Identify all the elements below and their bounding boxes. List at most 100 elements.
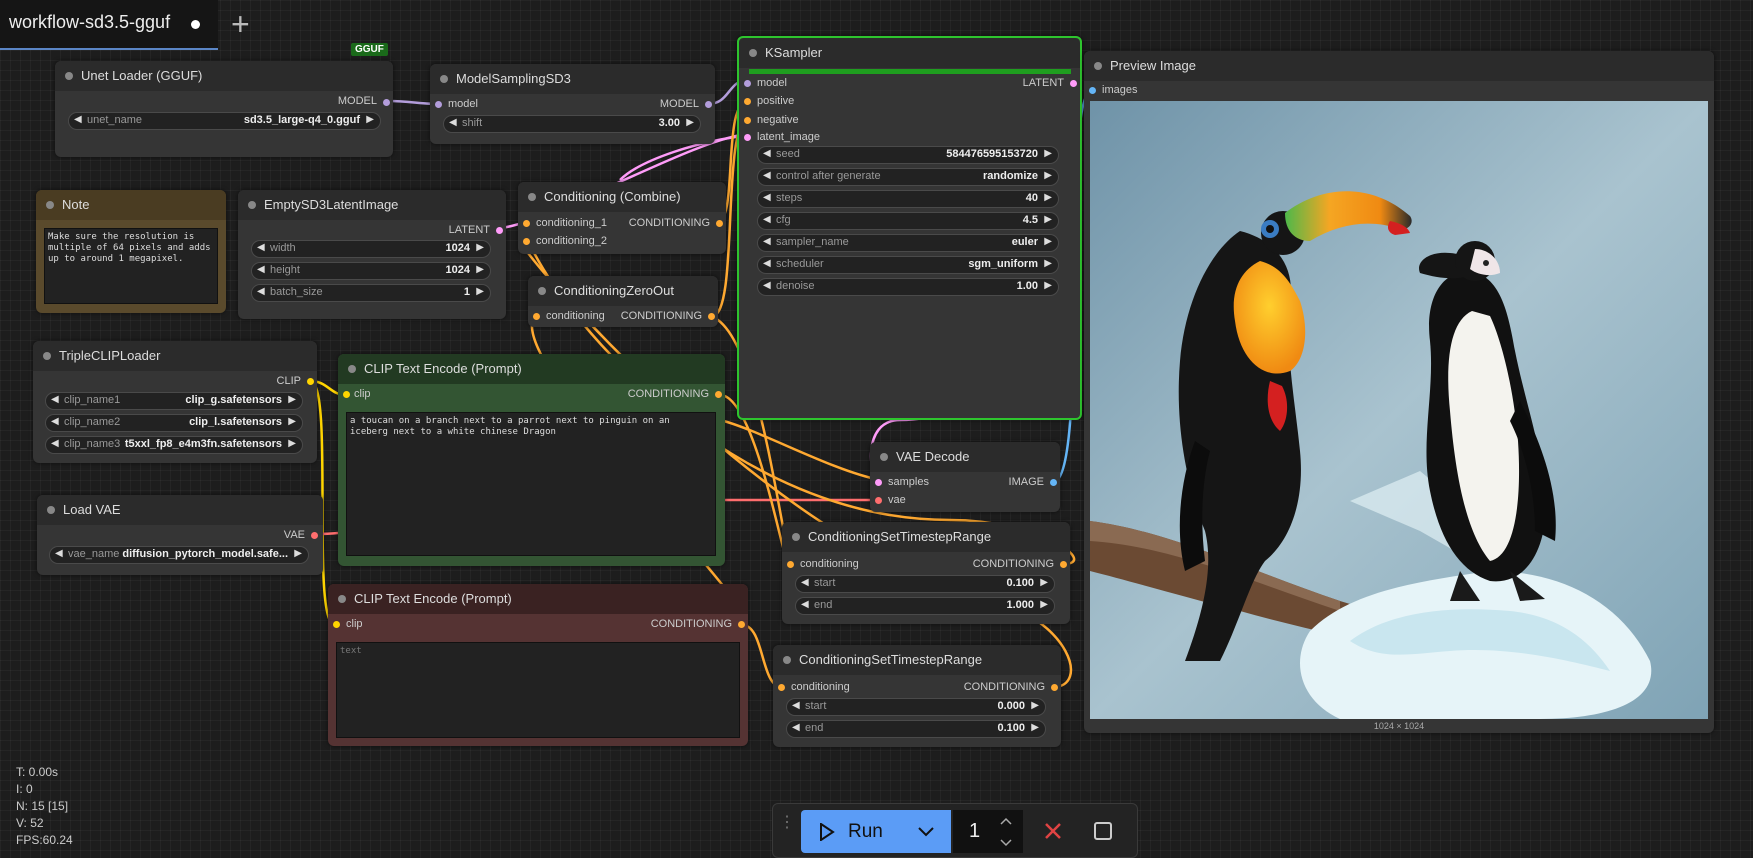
vae-name-widget[interactable]: ◀ vae_name diffusion_pytorch_model.safe...… (49, 546, 309, 564)
input-conditioning-pin[interactable] (778, 684, 785, 691)
output-latent-pin[interactable] (496, 227, 503, 234)
node-timestep-range-2[interactable]: ConditioningSetTimestepRange conditionin… (773, 645, 1061, 747)
arrow-right-icon[interactable]: ▶ (476, 242, 484, 253)
node-note[interactable]: Note Make sure the resolution is multipl… (36, 190, 226, 313)
start-widget[interactable]: ◀ start 0.000 ▶ (786, 698, 1046, 716)
arrow-right-icon[interactable]: ▶ (1031, 700, 1039, 711)
clip-name1-widget[interactable]: ◀ clip_name1 clip_g.safetensors ▶ (45, 392, 303, 410)
arrow-left-icon[interactable]: ◀ (763, 258, 771, 269)
seed-widget[interactable]: ◀ seed 584476595153720 ▶ (757, 146, 1059, 164)
input-samples-pin[interactable] (875, 479, 882, 486)
clip-name2-widget[interactable]: ◀ clip_name2 clip_l.safetensors ▶ (45, 414, 303, 432)
prompt-textarea[interactable]: a toucan on a branch next to a parrot ne… (346, 412, 716, 556)
input-model-pin[interactable] (744, 80, 751, 87)
sampler-name-widget[interactable]: ◀ sampler_name euler ▶ (757, 234, 1059, 252)
end-widget[interactable]: ◀ end 0.100 ▶ (786, 720, 1046, 738)
arrow-right-icon[interactable]: ▶ (686, 117, 694, 128)
node-unet-loader[interactable]: Unet Loader (GGUF) MODEL ◀ unet_name sd3.5… (55, 61, 393, 157)
batch-count-input[interactable]: 1 (953, 810, 1023, 853)
negative-prompt-textarea[interactable]: text (336, 642, 740, 738)
height-widget[interactable]: ◀ height 1024 ▶ (251, 262, 491, 280)
collapse-dot-icon[interactable] (749, 49, 757, 57)
arrow-right-icon[interactable]: ▶ (366, 114, 374, 125)
arrow-left-icon[interactable]: ◀ (51, 416, 59, 427)
collapse-dot-icon[interactable] (538, 287, 546, 295)
collapse-dot-icon[interactable] (47, 506, 55, 514)
input-clip-pin[interactable] (333, 621, 340, 628)
node-timestep-range-1[interactable]: ConditioningSetTimestepRange conditionin… (782, 522, 1070, 624)
output-vae-pin[interactable] (311, 532, 318, 539)
node-title-bar[interactable]: VAE Decode (870, 442, 1060, 472)
node-empty-latent[interactable]: EmptySD3LatentImage LATENT ◀ width 1024 ▶ ◀… (238, 190, 506, 319)
unet-name-widget[interactable]: ◀ unet_name sd3.5_large-q4_0.gguf ▶ (68, 112, 381, 130)
arrow-left-icon[interactable]: ◀ (449, 117, 457, 128)
note-textarea[interactable]: Make sure the resolution is multiple of … (44, 228, 218, 304)
output-conditioning-pin[interactable] (715, 391, 722, 398)
node-preview-image[interactable]: Preview Image images 1024 × 1024 (1084, 51, 1714, 733)
input-model-pin[interactable] (435, 101, 442, 108)
node-conditioning-zero-out[interactable]: ConditioningZeroOut conditioning CONDITI… (528, 276, 718, 327)
cancel-icon[interactable] (1043, 821, 1063, 841)
arrow-left-icon[interactable]: ◀ (51, 438, 59, 449)
output-latent-pin[interactable] (1070, 80, 1077, 87)
output-conditioning-pin[interactable] (708, 313, 715, 320)
input-conditioning-pin[interactable] (533, 313, 540, 320)
node-model-sampling[interactable]: ModelSamplingSD3 model MODEL ◀ shift 3.00 ▶ (430, 64, 715, 144)
collapse-dot-icon[interactable] (528, 193, 536, 201)
input-images-pin[interactable] (1089, 87, 1096, 94)
arrow-right-icon[interactable]: ▶ (1044, 192, 1052, 203)
arrow-right-icon[interactable]: ▶ (288, 394, 296, 405)
arrow-right-icon[interactable]: ▶ (1040, 577, 1048, 588)
node-title-bar[interactable]: ConditioningSetTimestepRange (773, 645, 1061, 675)
arrow-left-icon[interactable]: ◀ (257, 242, 265, 253)
arrow-right-icon[interactable]: ▶ (288, 416, 296, 427)
run-options-dropdown[interactable] (901, 810, 951, 853)
collapse-dot-icon[interactable] (65, 72, 73, 80)
control-after-generate-widget[interactable]: ◀ control after generate randomize ▶ (757, 168, 1059, 186)
stop-icon[interactable] (1093, 821, 1113, 841)
node-title-bar[interactable]: Conditioning (Combine) (518, 182, 726, 212)
add-tab-button[interactable]: + (231, 6, 250, 42)
collapse-dot-icon[interactable] (792, 533, 800, 541)
arrow-right-icon[interactable]: ▶ (1040, 599, 1048, 610)
node-conditioning-combine[interactable]: Conditioning (Combine) conditioning_1 co… (518, 182, 726, 254)
node-vae-decode[interactable]: VAE Decode samples vae IMAGE (870, 442, 1060, 512)
collapse-dot-icon[interactable] (880, 453, 888, 461)
node-triple-clip-loader[interactable]: TripleCLIPLoader CLIP ◀ clip_name1 clip_g.… (33, 341, 317, 463)
node-title-bar[interactable]: EmptySD3LatentImage (238, 190, 506, 220)
node-title-bar[interactable]: CLIP Text Encode (Prompt) (328, 584, 748, 614)
collapse-dot-icon[interactable] (440, 75, 448, 83)
collapse-dot-icon[interactable] (783, 656, 791, 664)
arrow-left-icon[interactable]: ◀ (763, 170, 771, 181)
node-title-bar[interactable]: KSampler (739, 38, 1080, 68)
collapse-dot-icon[interactable] (248, 201, 256, 209)
input-conditioning-pin[interactable] (787, 561, 794, 568)
tab-workflow[interactable]: workflow-sd3.5-gguf (0, 0, 218, 50)
node-title-bar[interactable]: ModelSamplingSD3 (430, 64, 715, 94)
output-conditioning-pin[interactable] (1060, 561, 1067, 568)
arrow-right-icon[interactable]: ▶ (294, 548, 302, 559)
shift-widget[interactable]: ◀ shift 3.00 ▶ (443, 115, 701, 133)
clip-name3-widget[interactable]: ◀ clip_name3 t5xxl_fp8_e4m3fn.safetensors ▶ (45, 436, 303, 454)
cfg-widget[interactable]: ◀ cfg 4.5 ▶ (757, 212, 1059, 230)
denoise-widget[interactable]: ◀ denoise 1.00 ▶ (757, 278, 1059, 296)
arrow-left-icon[interactable]: ◀ (763, 280, 771, 291)
node-title-bar[interactable]: ConditioningSetTimestepRange (782, 522, 1070, 552)
node-title-bar[interactable]: ConditioningZeroOut (528, 276, 718, 306)
output-image-pin[interactable] (1050, 479, 1057, 486)
arrow-left-icon[interactable]: ◀ (257, 264, 265, 275)
node-title-bar[interactable]: CLIP Text Encode (Prompt) (338, 354, 725, 384)
arrow-left-icon[interactable]: ◀ (763, 192, 771, 203)
output-conditioning-pin[interactable] (716, 220, 723, 227)
arrow-right-icon[interactable]: ▶ (476, 264, 484, 275)
arrow-left-icon[interactable]: ◀ (763, 214, 771, 225)
arrow-right-icon[interactable]: ▶ (1044, 148, 1052, 159)
width-widget[interactable]: ◀ width 1024 ▶ (251, 240, 491, 258)
input-latent-image-pin[interactable] (744, 134, 751, 141)
arrow-right-icon[interactable]: ▶ (1031, 722, 1039, 733)
arrow-left-icon[interactable]: ◀ (801, 577, 809, 588)
node-title-bar[interactable]: TripleCLIPLoader (33, 341, 317, 371)
arrow-right-icon[interactable]: ▶ (1044, 236, 1052, 247)
arrow-left-icon[interactable]: ◀ (257, 286, 265, 297)
increment-icon[interactable] (999, 816, 1013, 826)
